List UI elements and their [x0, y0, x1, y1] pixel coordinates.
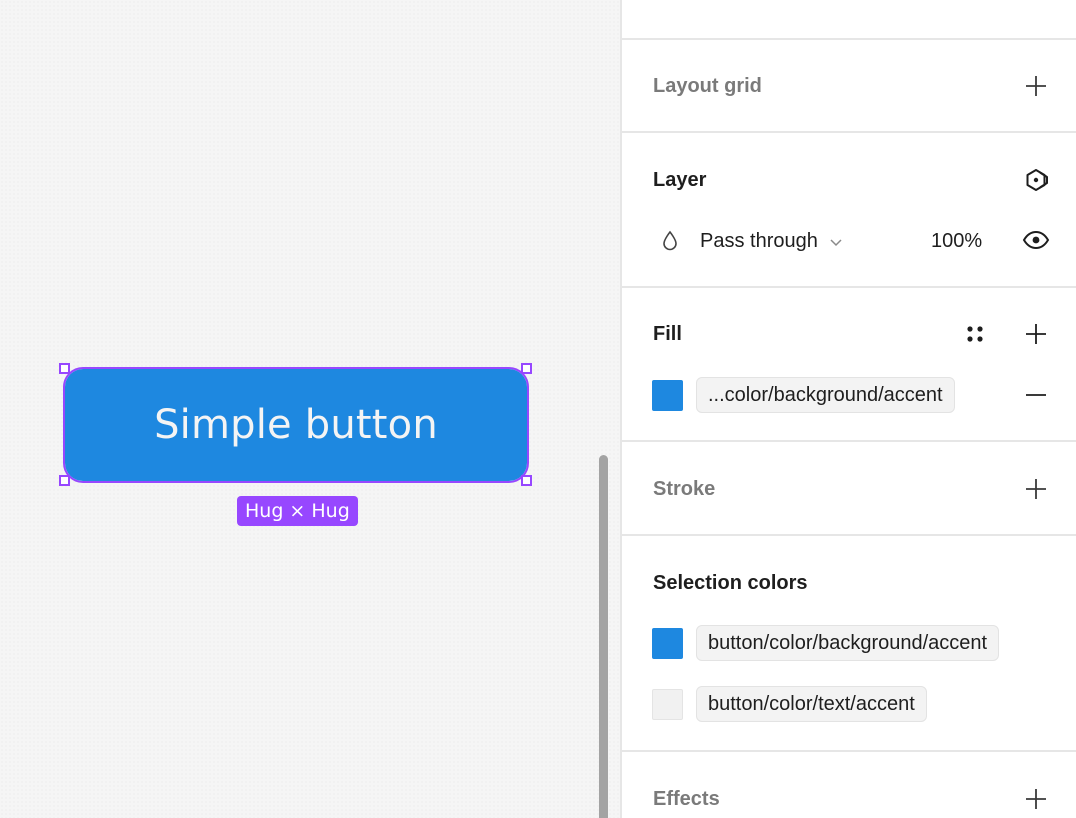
- add-stroke-button[interactable]: [1020, 473, 1052, 505]
- eye-icon: [1022, 230, 1050, 250]
- section-divider: [622, 750, 1076, 752]
- blend-mode-value: Pass through: [700, 230, 818, 252]
- fill-style-chip[interactable]: ...color/background/accent: [696, 377, 955, 413]
- fill-title: Fill: [653, 323, 682, 345]
- plus-icon: [1026, 324, 1046, 344]
- layout-grid-title: Layout grid: [653, 75, 762, 97]
- section-divider: [622, 534, 1076, 536]
- section-divider: [622, 286, 1076, 288]
- canvas-scrollbar[interactable]: [599, 455, 608, 818]
- blend-mode-select[interactable]: Pass through: [700, 229, 843, 253]
- properties-panel: Layout grid Layer Pass through 100% Fill: [620, 0, 1076, 818]
- fill-styles-button[interactable]: [959, 318, 991, 350]
- plus-icon: [1026, 479, 1046, 499]
- design-canvas[interactable]: Simple button Hug × Hug: [0, 0, 620, 818]
- resize-handle-top-right[interactable]: [521, 363, 532, 374]
- component-instance-icon: [1026, 169, 1048, 191]
- simple-button-frame[interactable]: Simple button: [63, 367, 529, 483]
- resize-handle-bottom-right[interactable]: [521, 475, 532, 486]
- selection-color-swatch[interactable]: [652, 689, 683, 720]
- section-divider: [622, 131, 1076, 133]
- blend-mode-drop-icon: [663, 230, 677, 251]
- resize-handle-bottom-left[interactable]: [59, 475, 70, 486]
- plus-icon: [1026, 76, 1046, 96]
- section-divider: [622, 38, 1076, 40]
- component-instance-button[interactable]: [1020, 164, 1052, 196]
- layer-title: Layer: [653, 169, 707, 191]
- button-label: Simple button: [154, 402, 438, 448]
- selection-color-chip[interactable]: button/color/text/accent: [696, 686, 927, 722]
- selection-colors-title: Selection colors: [653, 572, 808, 594]
- add-layout-grid-button[interactable]: [1020, 70, 1052, 102]
- blend-mode-icon-button[interactable]: [654, 225, 686, 257]
- toggle-visibility-button[interactable]: [1020, 224, 1052, 256]
- minus-icon: [1026, 394, 1046, 396]
- fill-color-swatch[interactable]: [652, 380, 683, 411]
- stroke-title: Stroke: [653, 478, 716, 500]
- add-effect-button[interactable]: [1020, 783, 1052, 815]
- add-fill-button[interactable]: [1020, 318, 1052, 350]
- remove-fill-button[interactable]: [1020, 379, 1052, 411]
- chevron-down-icon: [830, 239, 842, 246]
- selection-color-chip[interactable]: button/color/background/accent: [696, 625, 1000, 661]
- selection-color-swatch[interactable]: [652, 628, 683, 659]
- style-grid-icon: [967, 326, 983, 342]
- resize-handle-top-left[interactable]: [59, 363, 70, 374]
- effects-title: Effects: [653, 788, 720, 810]
- size-badge: Hug × Hug: [237, 496, 358, 526]
- layer-opacity-input[interactable]: 100%: [931, 229, 982, 253]
- section-divider: [622, 440, 1076, 442]
- plus-icon: [1026, 789, 1046, 809]
